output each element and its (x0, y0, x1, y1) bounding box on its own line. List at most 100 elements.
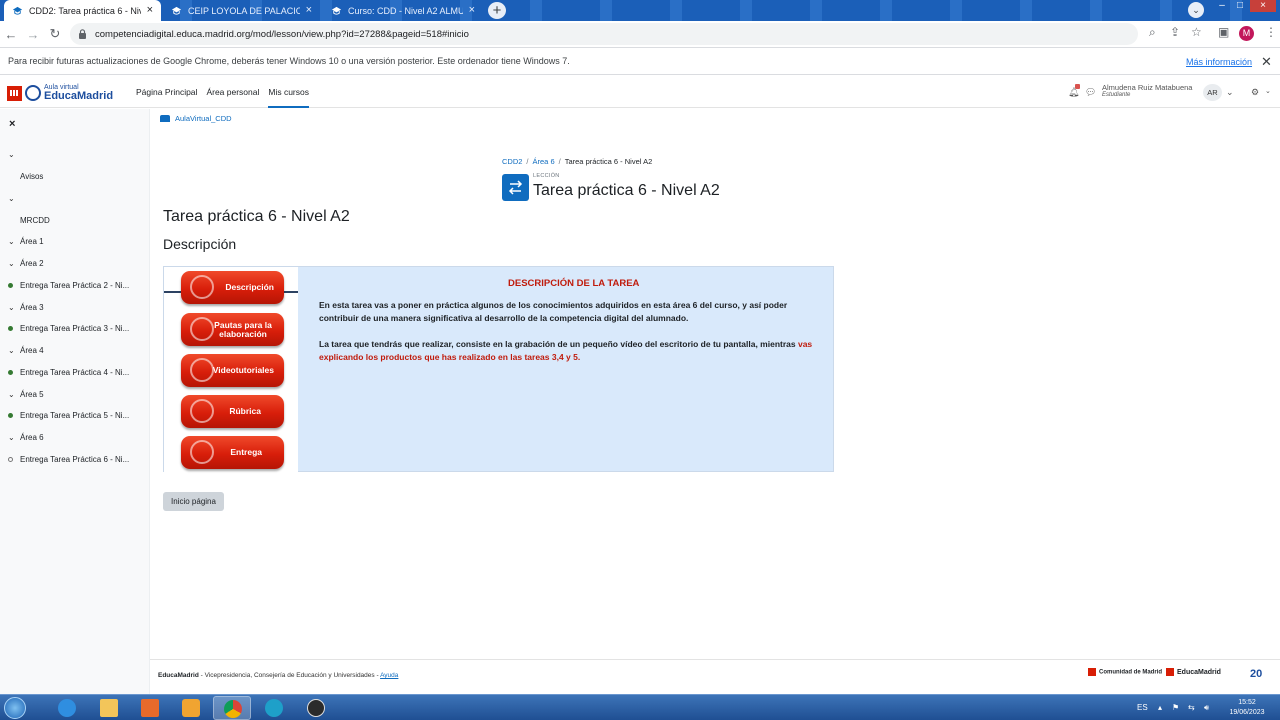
profile-avatar[interactable]: M (1239, 26, 1254, 41)
chevron-down-icon: ⌄ (8, 390, 15, 399)
drawer-activity[interactable]: Entrega Tarea Práctica 2 - Ni... (8, 281, 129, 290)
entrega-button[interactable]: Entrega (181, 436, 284, 469)
side-panel-icon[interactable]: ▣ (1218, 25, 1229, 39)
nav-mis-cursos[interactable]: Mis cursos (268, 76, 309, 108)
notification-badge (1075, 84, 1080, 89)
chevron-down-icon: ⌄ (8, 194, 15, 203)
drawer-section-area-4[interactable]: ⌄ Área 4 (8, 346, 44, 355)
tab-ceip[interactable]: CEIP LOYOLA DE PALACIO × (163, 0, 320, 21)
tray-expand-icon[interactable]: ▴ (1158, 695, 1162, 720)
tab-search-chevron-icon[interactable]: ⌄ (1188, 2, 1204, 18)
taskbar-edge[interactable] (255, 696, 293, 720)
drawer-activity[interactable]: Entrega Tarea Práctica 4 - Ni... (8, 368, 129, 377)
comunidad-madrid-logo[interactable]: Comunidad de Madrid (1088, 668, 1162, 676)
breadcrumb-current: Tarea práctica 6 - Nivel A2 (564, 157, 653, 166)
drawer-section-toggle[interactable]: ⌄ (8, 194, 20, 203)
tab-cdd2[interactable]: CDD2: Tarea práctica 6 - Nivel A2 × (4, 0, 161, 21)
minimize-button[interactable]: – (1213, 0, 1231, 12)
folder-icon (100, 699, 118, 717)
close-icon[interactable]: × (469, 5, 475, 16)
footer-brand: EducaMadrid (158, 672, 199, 679)
back-arrow-icon[interactable]: ← (0, 27, 22, 42)
share-icon[interactable]: ⇪ (1170, 25, 1180, 39)
drawer-section-area-5[interactable]: ⌄ Área 5 (8, 390, 44, 399)
course-link[interactable]: AulaVirtual_CDD (160, 114, 232, 123)
inicio-pagina-button[interactable]: Inicio página (163, 492, 224, 511)
new-tab-button[interactable]: + (488, 2, 506, 19)
language-indicator[interactable]: ES (1137, 695, 1148, 720)
rubrica-button[interactable]: Rúbrica (181, 395, 284, 428)
windows-taskbar: ES ▴ ⚑ ⇆ 🔊︎ 15:52 19/06/2023 (0, 694, 1280, 720)
volume-icon[interactable]: 🔊︎ (1204, 695, 1209, 720)
drawer-item-avisos[interactable]: Avisos (20, 172, 43, 181)
more-info-link[interactable]: Más información (1186, 57, 1252, 67)
tab-label: Curso: CDD - Nivel A2 ALMUDENA (348, 5, 463, 16)
close-icon[interactable]: × (306, 5, 312, 16)
user-menu[interactable]: Almudena Ruiz Matabuena Estudiante (1102, 84, 1192, 98)
reload-icon[interactable]: ↻ (44, 26, 66, 42)
system-clock[interactable]: 15:52 19/06/2023 (1224, 698, 1270, 718)
clock-date: 19/06/2023 (1229, 709, 1265, 716)
network-icon[interactable]: ⇆ (1188, 695, 1195, 720)
chevron-down-icon[interactable]: ⌄ (1265, 76, 1271, 108)
drawer-section-area-6[interactable]: ⌄ Área 6 (8, 433, 44, 442)
moodle-cap-icon (331, 6, 342, 15)
windows-start-button[interactable] (4, 697, 26, 719)
tab-label: CEIP LOYOLA DE PALACIO (188, 5, 300, 16)
breadcrumb-cdd2[interactable]: CDD2 (502, 157, 522, 166)
pautas-button[interactable]: Pautas para la elaboración (181, 313, 284, 346)
videotutoriales-button[interactable]: Videotutoriales (181, 354, 284, 387)
bookmark-star-icon[interactable]: ☆ (1191, 25, 1202, 39)
taskbar-media[interactable] (172, 696, 210, 720)
tab-curso[interactable]: Curso: CDD - Nivel A2 ALMUDENA × (323, 0, 483, 21)
descripcion-button[interactable]: Descripción (181, 271, 284, 304)
drawer-section-mrcdd[interactable]: MRCDD (20, 216, 50, 225)
user-avatar[interactable]: AR (1203, 84, 1222, 101)
site-footer: EducaMadrid - Vicepresidencia, Consejerí… (150, 659, 1280, 694)
window-close-button[interactable]: × (1250, 0, 1276, 12)
flag-icon[interactable]: ⚑ (1172, 695, 1179, 720)
close-icon[interactable]: ✕ (1261, 54, 1272, 70)
drawer-item-label: Entrega Tarea Práctica 3 - Ni... (20, 324, 130, 333)
paragraph-text: La tarea que tendrás que realizar, consi… (319, 339, 798, 349)
close-drawer-icon[interactable]: × (9, 118, 15, 130)
drawer-item-label: Área 1 (20, 237, 44, 246)
taskbar-obs[interactable] (297, 696, 335, 720)
help-link[interactable]: Ayuda (380, 672, 398, 679)
bell-icon[interactable]: 🔔︎ (1068, 76, 1079, 108)
address-bar[interactable]: competenciadigital.educa.madrid.org/mod/… (70, 23, 1138, 45)
drawer-activity[interactable]: Entrega Tarea Práctica 3 - Ni... (8, 324, 129, 333)
drawer-activity[interactable]: Entrega Tarea Práctica 5 - Ni... (8, 411, 129, 420)
taskbar-office[interactable] (131, 696, 169, 720)
drawer-activity[interactable]: Entrega Tarea Práctica 6 - Ni... (8, 455, 129, 464)
nav-area-personal[interactable]: Área personal (206, 76, 259, 108)
zoom-icon[interactable]: ⌕ (1149, 25, 1156, 40)
menu-dots-icon[interactable]: ⋮ (1265, 25, 1277, 39)
button-label: Rúbrica (229, 406, 261, 417)
update-infobar: Para recibir futuras actualizaciones de … (0, 47, 1280, 75)
chevron-down-icon[interactable]: ⌄ (1226, 76, 1234, 108)
educamadrid-icon (25, 85, 41, 101)
forward-arrow-icon[interactable]: → (22, 27, 44, 42)
graduation-cap-icon (160, 115, 170, 122)
chat-icon[interactable]: 💬︎ (1085, 76, 1096, 108)
drawer-section-area-3[interactable]: ⌄ Área 3 (8, 303, 44, 312)
drawer-section-area-1[interactable]: ⌄ Área 1 (8, 237, 44, 246)
drawer-section-area-2[interactable]: ⌄ Área 2 (8, 259, 44, 268)
maximize-button[interactable]: □ (1231, 0, 1249, 12)
breadcrumb-area-6[interactable]: Área 6 (533, 157, 555, 166)
incomplete-circle-icon (8, 457, 13, 462)
settings-icon[interactable]: ⚙︎ (1251, 76, 1259, 108)
educamadrid-footer-logo[interactable]: EducaMadrid (1166, 668, 1221, 676)
taskbar-ie[interactable] (48, 696, 86, 720)
tab-label: CDD2: Tarea práctica 6 - Nivel A2 (29, 5, 141, 16)
taskbar-explorer[interactable] (90, 696, 128, 720)
description-paragraph-2: La tarea que tendrás que realizar, consi… (319, 338, 819, 364)
drawer-section-toggle[interactable]: ⌄ (8, 150, 20, 159)
taskbar-chrome[interactable] (213, 696, 251, 720)
nav-pagina-principal[interactable]: Página Principal (136, 76, 197, 108)
comunidad-madrid-flag-icon (7, 85, 22, 101)
user-name: Almudena Ruiz Matabuena (1102, 83, 1193, 92)
educamadrid-logo[interactable]: Aula virtual EducaMadrid (7, 84, 113, 102)
close-icon[interactable]: × (147, 5, 153, 16)
